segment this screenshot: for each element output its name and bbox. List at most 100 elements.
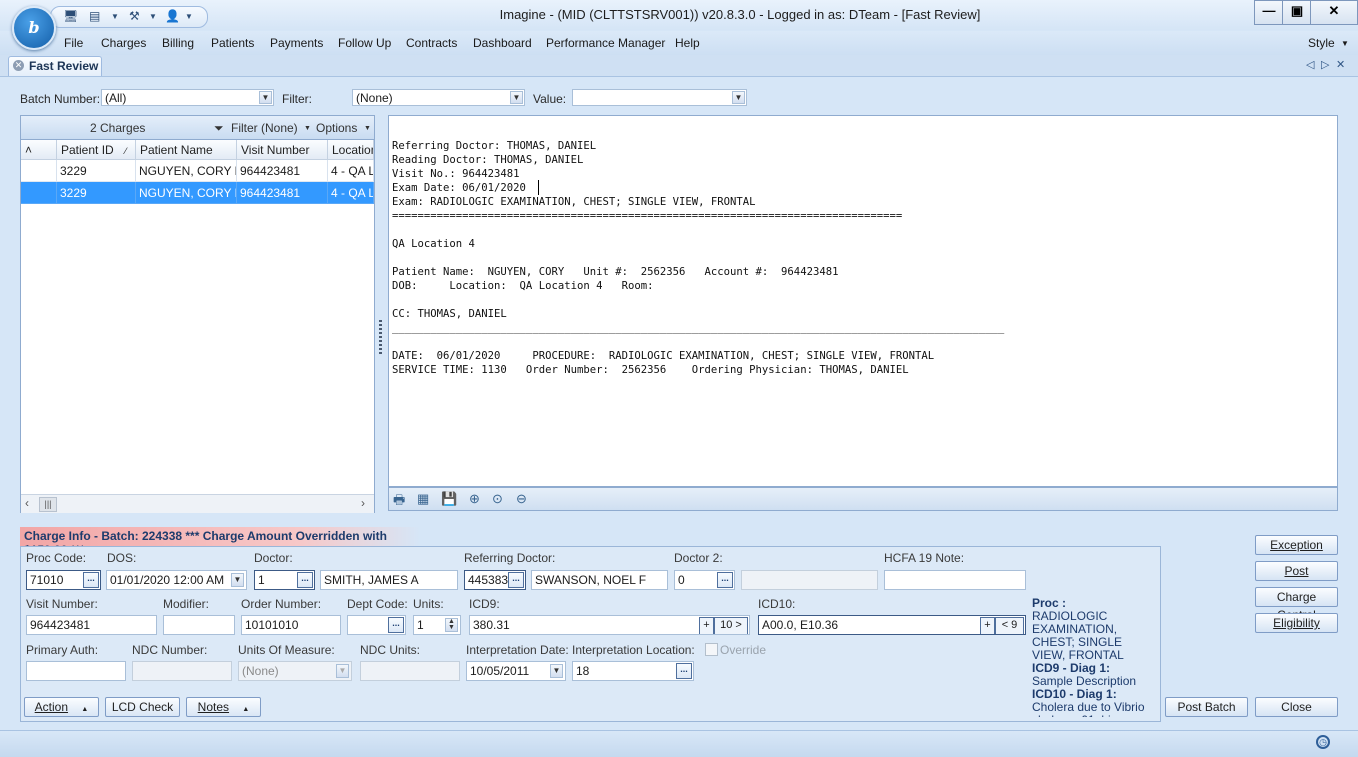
batch-number-select[interactable]: (All) ▼ bbox=[101, 89, 274, 106]
print-preview-icon[interactable]: 🖶 bbox=[393, 491, 405, 513]
value-select[interactable]: ▼ bbox=[572, 89, 747, 106]
chevron-down-icon[interactable]: ▼ bbox=[510, 91, 523, 104]
interpretation-date-input[interactable]: 10/05/2011 ▼ bbox=[466, 661, 566, 681]
restore-button[interactable]: ▣ bbox=[1282, 0, 1312, 25]
save-icon[interactable]: 💾 bbox=[441, 491, 457, 507]
filter-select[interactable]: (None) ▼ bbox=[352, 89, 525, 106]
filter-menu[interactable]: Filter (None) bbox=[231, 121, 298, 135]
ellipsis-icon[interactable]: ... bbox=[676, 663, 692, 679]
order-number-input[interactable]: 10101010 bbox=[241, 615, 341, 635]
menu-charges[interactable]: Charges bbox=[101, 36, 146, 50]
page-setup-icon[interactable]: ▦ bbox=[417, 491, 429, 507]
chevron-down-icon[interactable]: ▼ bbox=[185, 12, 193, 21]
menu-patients[interactable]: Patients bbox=[211, 36, 254, 50]
notes-button[interactable]: Notes ▲ bbox=[186, 697, 261, 717]
menu-billing[interactable]: Billing bbox=[162, 36, 194, 50]
close-button[interactable]: Close bbox=[1255, 697, 1338, 717]
column-sort-indicator[interactable]: ˄ bbox=[21, 140, 57, 160]
close-icon[interactable]: ✕ bbox=[13, 60, 24, 71]
tools-icon[interactable]: ⚒ bbox=[129, 9, 140, 23]
options-menu[interactable]: Options bbox=[316, 121, 357, 135]
post-button[interactable]: Post bbox=[1255, 561, 1338, 581]
menu-contracts[interactable]: Contracts bbox=[406, 36, 457, 50]
column-patient-id[interactable]: Patient ID ⁄ bbox=[57, 140, 136, 160]
zoom-fit-icon[interactable]: ⊙ bbox=[492, 491, 503, 507]
lcd-check-button[interactable]: LCD Check bbox=[105, 697, 180, 717]
chevron-down-icon[interactable]: ▼ bbox=[1341, 39, 1349, 48]
scrollbar-thumb[interactable]: ||| bbox=[39, 497, 57, 512]
visit-number-input[interactable]: 964423481 bbox=[26, 615, 157, 635]
app-logo[interactable]: b bbox=[12, 6, 56, 50]
chevron-down-icon[interactable]: ▼ bbox=[304, 125, 311, 132]
referring-doctor-id-input[interactable]: 445383... bbox=[464, 570, 526, 590]
horizontal-scrollbar[interactable]: ‹ ||| › bbox=[21, 494, 374, 513]
primary-auth-input[interactable] bbox=[26, 661, 126, 681]
close-tab-icon[interactable]: ✕ bbox=[1336, 58, 1345, 71]
table-row[interactable]: 3229 NGUYEN, CORY D 964423481 4 - QA Lo bbox=[21, 160, 374, 182]
menu-payments[interactable]: Payments bbox=[270, 36, 323, 50]
menu-performance-manager[interactable]: Performance Manager bbox=[546, 36, 665, 50]
post-batch-button[interactable]: Post Batch bbox=[1165, 697, 1248, 717]
chevron-down-icon[interactable]: ▼ bbox=[111, 12, 119, 21]
chevron-down-icon[interactable]: ▼ bbox=[550, 664, 563, 678]
scanner-icon[interactable]: ▤ bbox=[89, 9, 100, 23]
icd10-count-button[interactable]: < 9 bbox=[995, 617, 1024, 634]
units-stepper[interactable]: 1 ▲ ▼ bbox=[413, 615, 461, 635]
icd10-input[interactable]: A00.0, E10.36 + < 9 bbox=[758, 615, 1026, 635]
modifier-input[interactable] bbox=[163, 615, 235, 635]
menu-dashboard[interactable]: Dashboard bbox=[473, 36, 532, 50]
funnel-icon[interactable]: ⏷ bbox=[214, 121, 224, 136]
tab-fast-review[interactable]: ✕ Fast Review bbox=[8, 56, 102, 76]
doctor-name-input[interactable]: SMITH, JAMES A bbox=[320, 570, 458, 590]
add-icon[interactable]: + bbox=[699, 617, 714, 634]
icd9-count-button[interactable]: 10 > bbox=[714, 617, 748, 634]
chevron-down-icon[interactable]: ▼ bbox=[732, 91, 745, 104]
chevron-down-icon[interactable]: ▼ bbox=[231, 573, 244, 587]
scroll-right-arrow-icon[interactable]: › bbox=[361, 496, 365, 510]
column-location[interactable]: Location bbox=[328, 140, 374, 160]
computer-icon[interactable]: 🖥 bbox=[63, 9, 78, 23]
add-icon[interactable]: + bbox=[980, 617, 995, 634]
chevron-down-icon[interactable]: ▼ bbox=[149, 12, 157, 21]
menu-file[interactable]: File bbox=[64, 36, 83, 50]
zoom-out-icon[interactable]: ⊖ bbox=[516, 491, 527, 507]
hcfa-note-input[interactable] bbox=[884, 570, 1026, 590]
interpretation-location-value: 18 bbox=[576, 664, 590, 678]
chevron-down-icon[interactable]: ▼ bbox=[259, 91, 272, 104]
ellipsis-icon[interactable]: ... bbox=[83, 572, 99, 588]
scroll-left-arrow-icon[interactable]: ‹ bbox=[25, 496, 29, 510]
proc-code-input[interactable]: 71010... bbox=[26, 570, 101, 590]
dept-code-input[interactable]: ... bbox=[347, 615, 406, 635]
charge-central-button[interactable]: Charge Central bbox=[1255, 587, 1338, 622]
close-window-button[interactable]: ✕ bbox=[1310, 0, 1358, 25]
chevron-down-icon[interactable]: ▼ bbox=[364, 125, 371, 132]
menu-style[interactable]: Style bbox=[1308, 36, 1335, 50]
minimize-button[interactable]: — bbox=[1254, 0, 1284, 25]
icd9-input[interactable]: 380.31 + 10 > bbox=[469, 615, 750, 635]
spin-icon[interactable]: ▲ ▼ bbox=[445, 618, 458, 632]
exception-button[interactable]: Exception bbox=[1255, 535, 1338, 555]
doctor2-id-input[interactable]: 0... bbox=[674, 570, 735, 590]
ellipsis-icon[interactable]: ... bbox=[297, 572, 313, 588]
ellipsis-icon[interactable]: ... bbox=[717, 572, 733, 588]
table-row-selected[interactable]: 3229 NGUYEN, CORY D 964423481 4 - QA Lo bbox=[21, 182, 374, 204]
user-icon[interactable]: 👤 bbox=[165, 9, 180, 23]
override-checkbox[interactable] bbox=[705, 643, 718, 656]
interpretation-location-input[interactable]: 18... bbox=[572, 661, 694, 681]
dos-input[interactable]: 01/01/2020 12:00 AM ▼ bbox=[106, 570, 247, 590]
scroll-right-icon[interactable]: ▷ bbox=[1321, 58, 1329, 71]
referring-doctor-name-input[interactable]: SWANSON, NOEL F bbox=[531, 570, 668, 590]
ellipsis-icon[interactable]: ... bbox=[388, 617, 404, 633]
scroll-left-icon[interactable]: ◁ bbox=[1306, 58, 1314, 71]
doctor-id-input[interactable]: 1... bbox=[254, 570, 315, 590]
splitter-handle[interactable] bbox=[379, 320, 382, 356]
clock-icon[interactable]: ◷ bbox=[1316, 735, 1330, 749]
ellipsis-icon[interactable]: ... bbox=[508, 572, 524, 588]
action-button[interactable]: Action ▲ bbox=[24, 697, 99, 717]
menu-follow-up[interactable]: Follow Up bbox=[338, 36, 391, 50]
column-patient-name[interactable]: Patient Name bbox=[136, 140, 237, 160]
menu-help[interactable]: Help bbox=[675, 36, 700, 50]
column-visit-number[interactable]: Visit Number bbox=[237, 140, 328, 160]
eligibility-button[interactable]: Eligibility bbox=[1255, 613, 1338, 633]
zoom-in-icon[interactable]: ⊕ bbox=[469, 491, 480, 507]
